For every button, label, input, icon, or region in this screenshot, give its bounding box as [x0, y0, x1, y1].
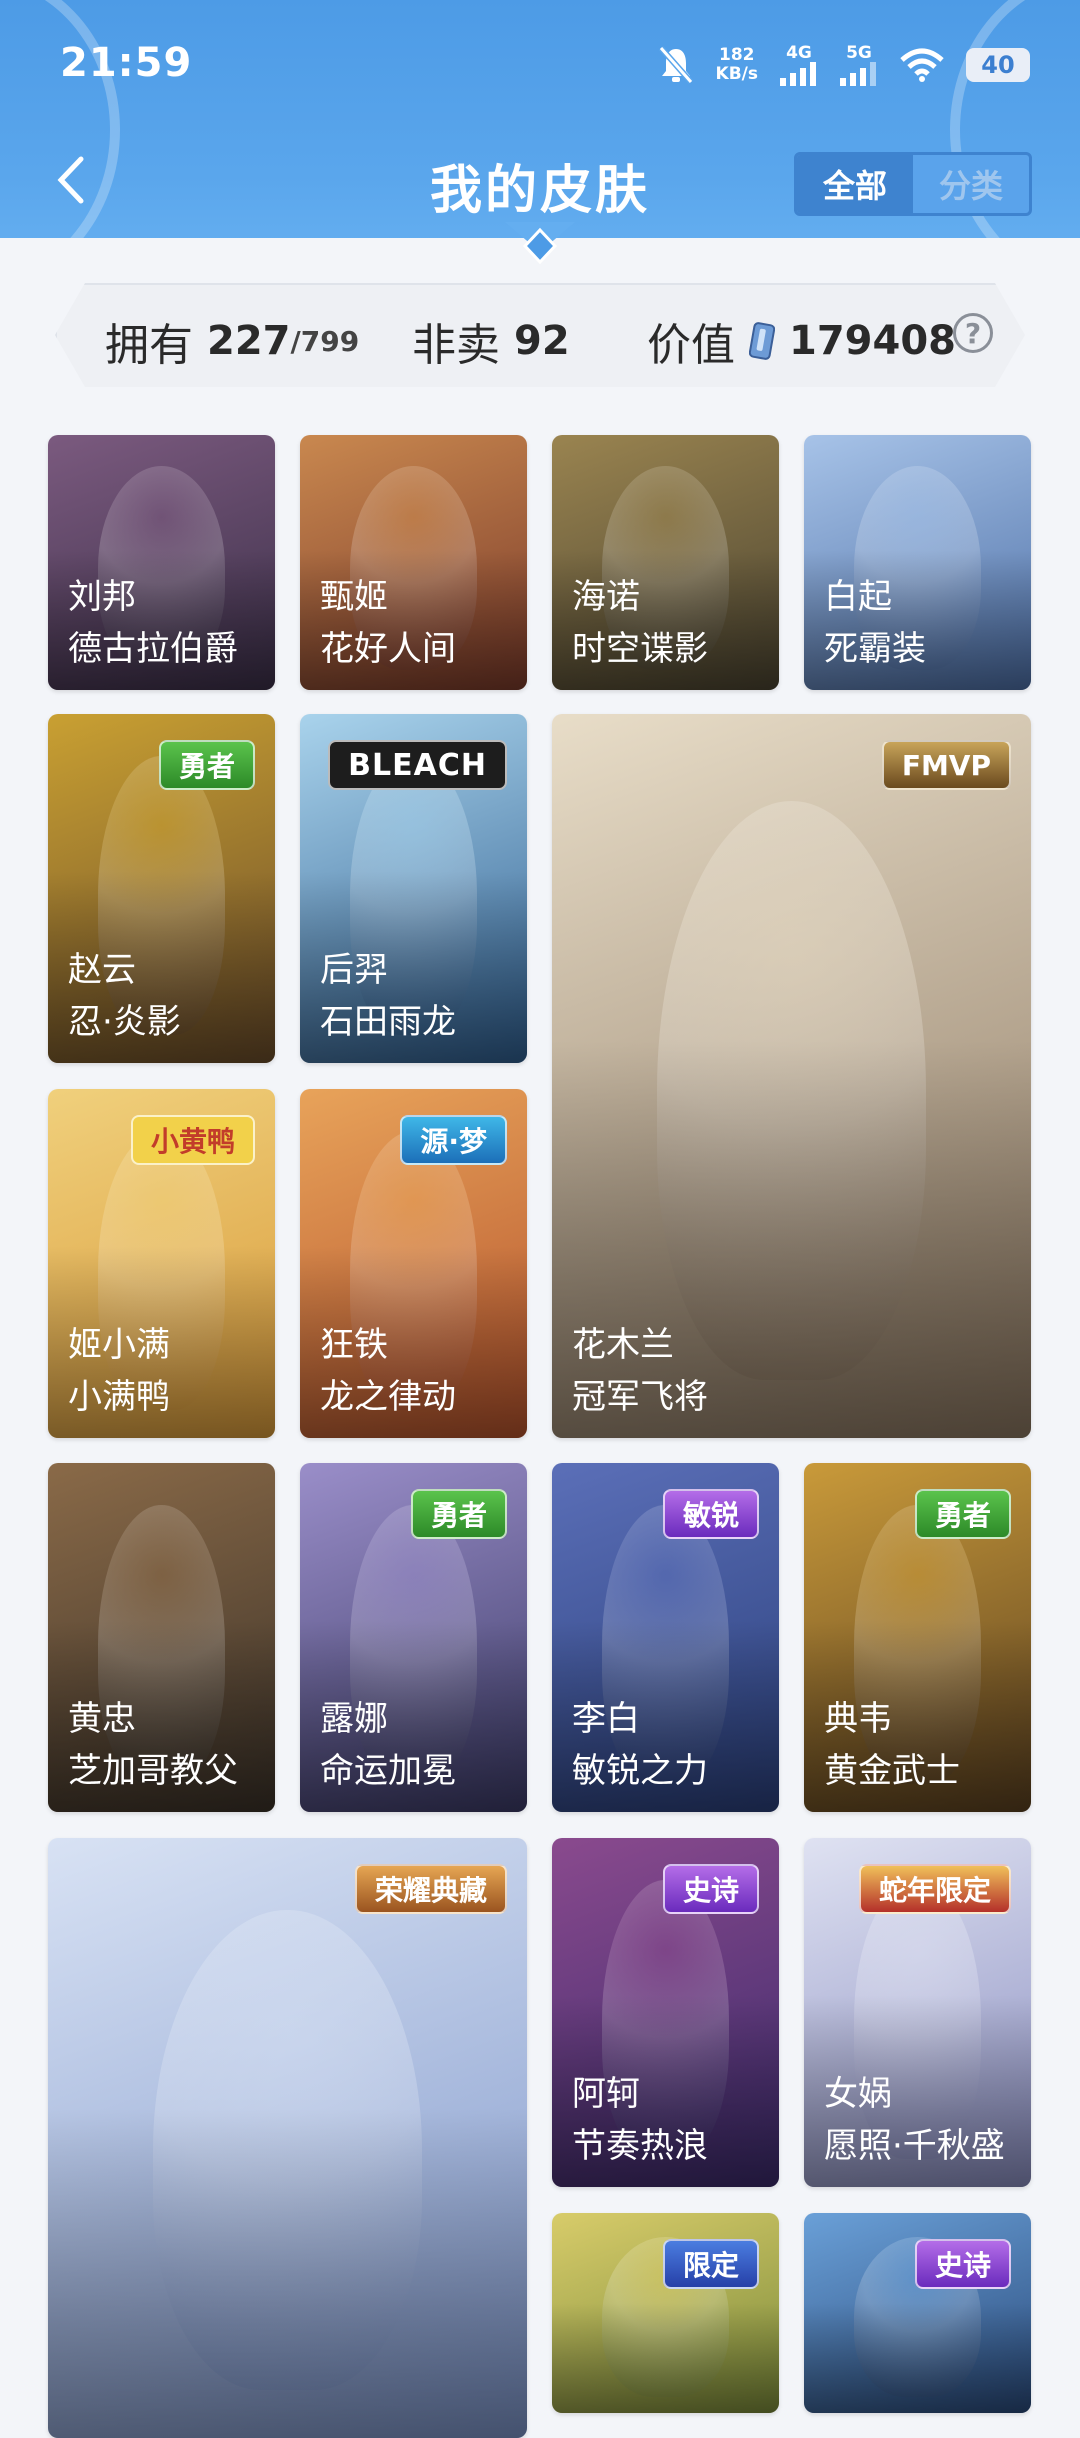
- hero-name: 典韦: [824, 1699, 892, 1739]
- hero-name: 阿轲: [572, 2074, 640, 2114]
- signal-bars-icon: [780, 61, 816, 86]
- skin-card[interactable]: 限定: [552, 2213, 779, 2413]
- skin-badge: 勇者: [158, 740, 255, 790]
- status-time: 21:59: [60, 40, 193, 86]
- skin-badge: 史诗: [914, 2239, 1011, 2289]
- skin-name: 节奏热浪: [572, 2126, 708, 2166]
- skin-name: 石田雨龙: [320, 1002, 456, 1042]
- hero-name: 白起: [824, 577, 892, 617]
- stat-not-for-sale-value: 92: [514, 318, 570, 364]
- skin-card[interactable]: 勇者典韦黄金武士: [804, 1463, 1031, 1812]
- view-toggle: 全部 分类: [794, 152, 1032, 216]
- hero-name: 狂铁: [320, 1325, 388, 1365]
- battery-indicator: 40: [966, 48, 1030, 82]
- skin-card[interactable]: 荣耀典藏: [48, 1838, 527, 2438]
- network-speed: 182 KB/s: [716, 46, 758, 84]
- signal-5g: 5G: [840, 42, 878, 86]
- skin-badge: 勇者: [410, 1489, 507, 1539]
- skin-name: 愿照·千秋盛: [824, 2126, 1005, 2166]
- skin-name: 花好人间: [320, 629, 456, 669]
- signal-4g: 4G: [780, 42, 818, 86]
- skin-name: 敏锐之力: [572, 1751, 708, 1791]
- skin-name: 芝加哥教父: [68, 1751, 238, 1791]
- signal-bars-icon: [840, 61, 876, 86]
- skin-card[interactable]: 源·梦狂铁龙之律动: [300, 1089, 527, 1438]
- skin-name: 小满鸭: [68, 1377, 170, 1417]
- network-speed-unit: KB/s: [715, 64, 758, 84]
- skin-badge: FMVP: [881, 740, 1011, 790]
- hero-name: 海诺: [572, 577, 640, 617]
- stat-value-label: 价值: [647, 320, 735, 371]
- stat-owned-label: 拥有: [105, 320, 193, 371]
- skin-name: 龙之律动: [320, 1377, 456, 1417]
- skin-card[interactable]: 白起 死霸装: [804, 435, 1031, 690]
- stat-value: 价值 179408: [647, 309, 956, 373]
- status-icons: 182 KB/s 4G 5G 40: [658, 40, 1030, 90]
- hero-name: 赵云: [68, 950, 136, 990]
- skin-card[interactable]: 史诗: [804, 2213, 1031, 2413]
- skin-card[interactable]: 蛇年限定女娲愿照·千秋盛: [804, 1838, 1031, 2187]
- signal-4g-label: 4G: [786, 42, 812, 63]
- stat-owned-total: /799: [290, 324, 360, 358]
- card-shade: [804, 2303, 1031, 2413]
- skin-card[interactable]: FMVP 花木兰冠军飞将: [552, 714, 1031, 1438]
- skin-badge: 敏锐: [662, 1489, 759, 1539]
- wifi-icon: [900, 48, 944, 82]
- status-bar: 21:59 182 KB/s 4G 5G 40: [0, 0, 1080, 130]
- hero-name: 甄姬: [320, 577, 388, 617]
- stat-not-for-sale: 非卖 92: [412, 309, 570, 373]
- skin-badge: 史诗: [662, 1864, 759, 1914]
- skin-card[interactable]: 甄姬 花好人间: [300, 435, 527, 690]
- hero-name: 女娲: [824, 2074, 892, 2114]
- card-shade: [552, 2303, 779, 2413]
- title-bar: 我的皮肤 全部 分类: [0, 140, 1080, 221]
- skin-badge: 小黄鸭: [130, 1115, 255, 1165]
- skin-badge: 限定: [662, 2239, 759, 2289]
- skin-badge: 源·梦: [400, 1115, 507, 1165]
- skin-name: 命运加冕: [320, 1751, 456, 1791]
- stat-owned: 拥有 227 /799: [105, 309, 359, 373]
- skin-card[interactable]: BLEACH 后羿石田雨龙: [300, 714, 527, 1063]
- skin-card[interactable]: 小黄鸭姬小满小满鸭: [48, 1089, 275, 1438]
- hero-name: 花木兰: [572, 1325, 674, 1365]
- tab-all[interactable]: 全部: [797, 155, 913, 213]
- stat-not-for-sale-label: 非卖: [412, 320, 500, 371]
- stat-value-amount: 179408: [789, 318, 956, 364]
- skin-name: 德古拉伯爵: [68, 629, 238, 669]
- mute-bell-icon: [658, 46, 693, 84]
- tab-category[interactable]: 分类: [913, 155, 1029, 213]
- hero-name: 后羿: [320, 950, 388, 990]
- header-notch-icon: [505, 222, 575, 265]
- skin-card[interactable]: 史诗阿轲节奏热浪: [552, 1838, 779, 2187]
- skin-badge: 荣耀典藏: [354, 1864, 507, 1914]
- skin-name: 冠军飞将: [572, 1377, 708, 1417]
- skin-badge: 勇者: [914, 1489, 1011, 1539]
- signal-5g-label: 5G: [846, 42, 872, 63]
- skin-card[interactable]: 海诺 时空谍影: [552, 435, 779, 690]
- skin-card[interactable]: 黄忠 芝加哥教父: [48, 1463, 275, 1812]
- skin-name: 时空谍影: [572, 629, 708, 669]
- hero-name: 姬小满: [68, 1325, 170, 1365]
- crystal-currency-icon: [749, 322, 775, 360]
- skin-card[interactable]: 勇者露娜命运加冕: [300, 1463, 527, 1812]
- hero-name: 露娜: [320, 1699, 388, 1739]
- skin-card[interactable]: 敏锐李白敏锐之力: [552, 1463, 779, 1812]
- stat-owned-value: 227: [207, 318, 291, 364]
- card-shade: [48, 2108, 527, 2438]
- skin-name: 忍·炎影: [68, 1002, 181, 1042]
- skin-card[interactable]: 刘邦 德古拉伯爵: [48, 435, 275, 690]
- skin-name: 黄金武士: [824, 1751, 960, 1791]
- skin-card[interactable]: 勇者赵云忍·炎影: [48, 714, 275, 1063]
- hero-name: 李白: [572, 1699, 640, 1739]
- stats-bar: 拥有 227 /799 非卖 92 价值 179408 ?: [55, 283, 1025, 387]
- network-speed-value: 182: [719, 45, 755, 65]
- hero-name: 黄忠: [68, 1699, 136, 1739]
- skin-badge: 蛇年限定: [858, 1864, 1011, 1914]
- hero-name: 刘邦: [68, 577, 136, 617]
- skin-name: 死霸装: [824, 629, 926, 669]
- skin-badge: BLEACH: [328, 740, 507, 790]
- help-icon[interactable]: ?: [953, 313, 993, 353]
